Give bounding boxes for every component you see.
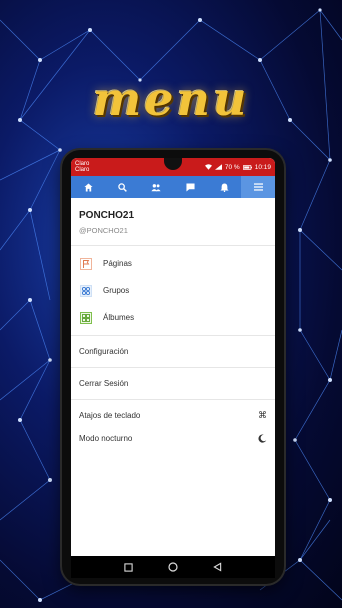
shortcuts-section: Páginas Grupos Álbumes bbox=[71, 246, 275, 336]
battery-percent: 70 % bbox=[224, 163, 240, 171]
profile-header[interactable]: PONCHO21 @PONCHO21 bbox=[71, 198, 275, 246]
wifi-icon bbox=[204, 164, 212, 170]
profile-name: PONCHO21 bbox=[79, 210, 135, 221]
battery-icon bbox=[242, 164, 252, 170]
menu-item-pages-label: Páginas bbox=[103, 259, 132, 268]
menu-item-settings-label: Configuración bbox=[79, 347, 129, 356]
nav-messages[interactable] bbox=[173, 176, 207, 198]
logout-section: Cerrar Sesión bbox=[71, 368, 275, 400]
preferences-section: Atajos de teclado ⌘ Modo nocturno bbox=[71, 400, 275, 454]
albums-icon bbox=[79, 311, 93, 325]
phone-frame: Claro Claro 70 % 10:19 PONCHO21 @PONCHO2… bbox=[62, 150, 284, 584]
app-screen: Claro Claro 70 % 10:19 PONCHO21 @PONCHO2… bbox=[71, 158, 275, 578]
profile-handle: @PONCHO21 bbox=[79, 226, 128, 235]
menu-item-keyboard-shortcuts[interactable]: Atajos de teclado ⌘ bbox=[71, 404, 275, 427]
home-icon bbox=[83, 182, 93, 192]
promo-title: menu bbox=[92, 72, 250, 126]
clock: 10:19 bbox=[254, 163, 271, 171]
moon-icon bbox=[258, 434, 267, 443]
top-nav-bar bbox=[71, 176, 275, 198]
groups-icon bbox=[79, 284, 93, 298]
nav-notifications[interactable] bbox=[207, 176, 241, 198]
system-nav-bar bbox=[71, 556, 275, 578]
people-icon bbox=[151, 183, 161, 191]
menu-item-groups[interactable]: Grupos bbox=[71, 277, 275, 304]
command-key-icon: ⌘ bbox=[258, 410, 267, 421]
signal-icon bbox=[214, 164, 222, 170]
menu-item-albums-label: Álbumes bbox=[103, 313, 135, 322]
chat-icon bbox=[185, 182, 195, 192]
menu-item-settings[interactable]: Configuración bbox=[71, 336, 275, 367]
menu-item-night-mode-label: Modo nocturno bbox=[79, 434, 133, 443]
menu-item-night-mode[interactable]: Modo nocturno bbox=[71, 427, 275, 450]
menu-item-groups-label: Grupos bbox=[103, 286, 130, 295]
search-icon bbox=[117, 182, 127, 192]
menu-item-pages[interactable]: Páginas bbox=[71, 250, 275, 277]
menu-item-logout[interactable]: Cerrar Sesión bbox=[71, 368, 275, 399]
nav-menu[interactable] bbox=[241, 176, 275, 198]
nav-friends[interactable] bbox=[139, 176, 173, 198]
bell-icon bbox=[219, 182, 229, 192]
menu-item-keyboard-shortcuts-label: Atajos de teclado bbox=[79, 411, 141, 420]
back-button-icon[interactable] bbox=[212, 562, 222, 572]
nav-home[interactable] bbox=[71, 176, 105, 198]
menu-item-albums[interactable]: Álbumes bbox=[71, 304, 275, 331]
home-button-icon[interactable] bbox=[168, 562, 178, 572]
nav-search[interactable] bbox=[105, 176, 139, 198]
settings-section: Configuración bbox=[71, 336, 275, 368]
flag-icon bbox=[79, 257, 93, 271]
menu-item-logout-label: Cerrar Sesión bbox=[79, 379, 129, 388]
recents-button-icon[interactable] bbox=[124, 562, 133, 572]
carrier-label-secondary: Claro bbox=[75, 167, 90, 173]
hamburger-menu-icon bbox=[253, 183, 263, 191]
